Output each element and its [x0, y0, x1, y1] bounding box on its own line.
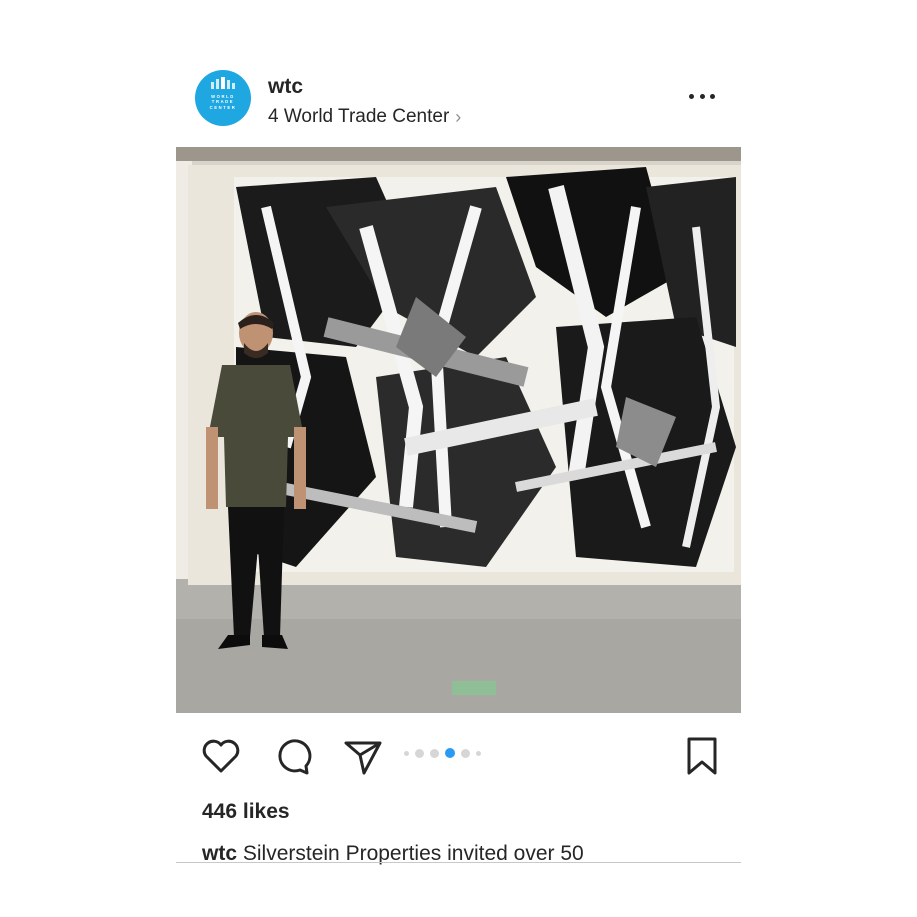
skyline-logo-icon: [211, 77, 235, 89]
divider: [176, 862, 741, 863]
location-text: 4 World Trade Center: [268, 106, 450, 127]
more-options-button[interactable]: [689, 90, 715, 102]
comment-button[interactable]: [272, 735, 314, 777]
heart-icon: [202, 739, 240, 773]
save-button[interactable]: [681, 735, 723, 777]
post-photo[interactable]: [176, 147, 741, 713]
photo-illustration: [176, 147, 741, 713]
action-bar: [176, 733, 741, 777]
username[interactable]: wtc: [268, 75, 303, 99]
ellipsis-dot: [710, 93, 715, 99]
carousel-dot-active: [445, 748, 455, 758]
instagram-post: WORLD TRADE CENTER wtc 4 World Trade Cen…: [176, 60, 741, 880]
avatar-line-3: CENTER: [209, 104, 237, 110]
carousel-dot: [430, 748, 439, 758]
ellipsis-dot: [689, 93, 694, 99]
avatar[interactable]: WORLD TRADE CENTER: [195, 70, 251, 126]
send-icon: [344, 741, 382, 775]
likes-count[interactable]: 446 likes: [202, 800, 290, 824]
carousel-indicator: [404, 748, 481, 758]
carousel-dot: [415, 748, 424, 758]
like-button[interactable]: [200, 735, 242, 777]
ellipsis-dot: [699, 93, 705, 99]
share-button[interactable]: [342, 735, 384, 777]
abstract-painting: [234, 167, 736, 572]
location-link[interactable]: 4 World Trade Center ›: [268, 106, 461, 128]
carousel-dot: [404, 750, 409, 756]
bookmark-icon: [687, 737, 717, 775]
carousel-dot: [476, 750, 481, 756]
carousel-dot: [461, 748, 470, 758]
comment-icon: [278, 739, 312, 775]
chevron-right-icon: ›: [455, 106, 462, 127]
post-header: WORLD TRADE CENTER wtc 4 World Trade Cen…: [176, 60, 741, 140]
